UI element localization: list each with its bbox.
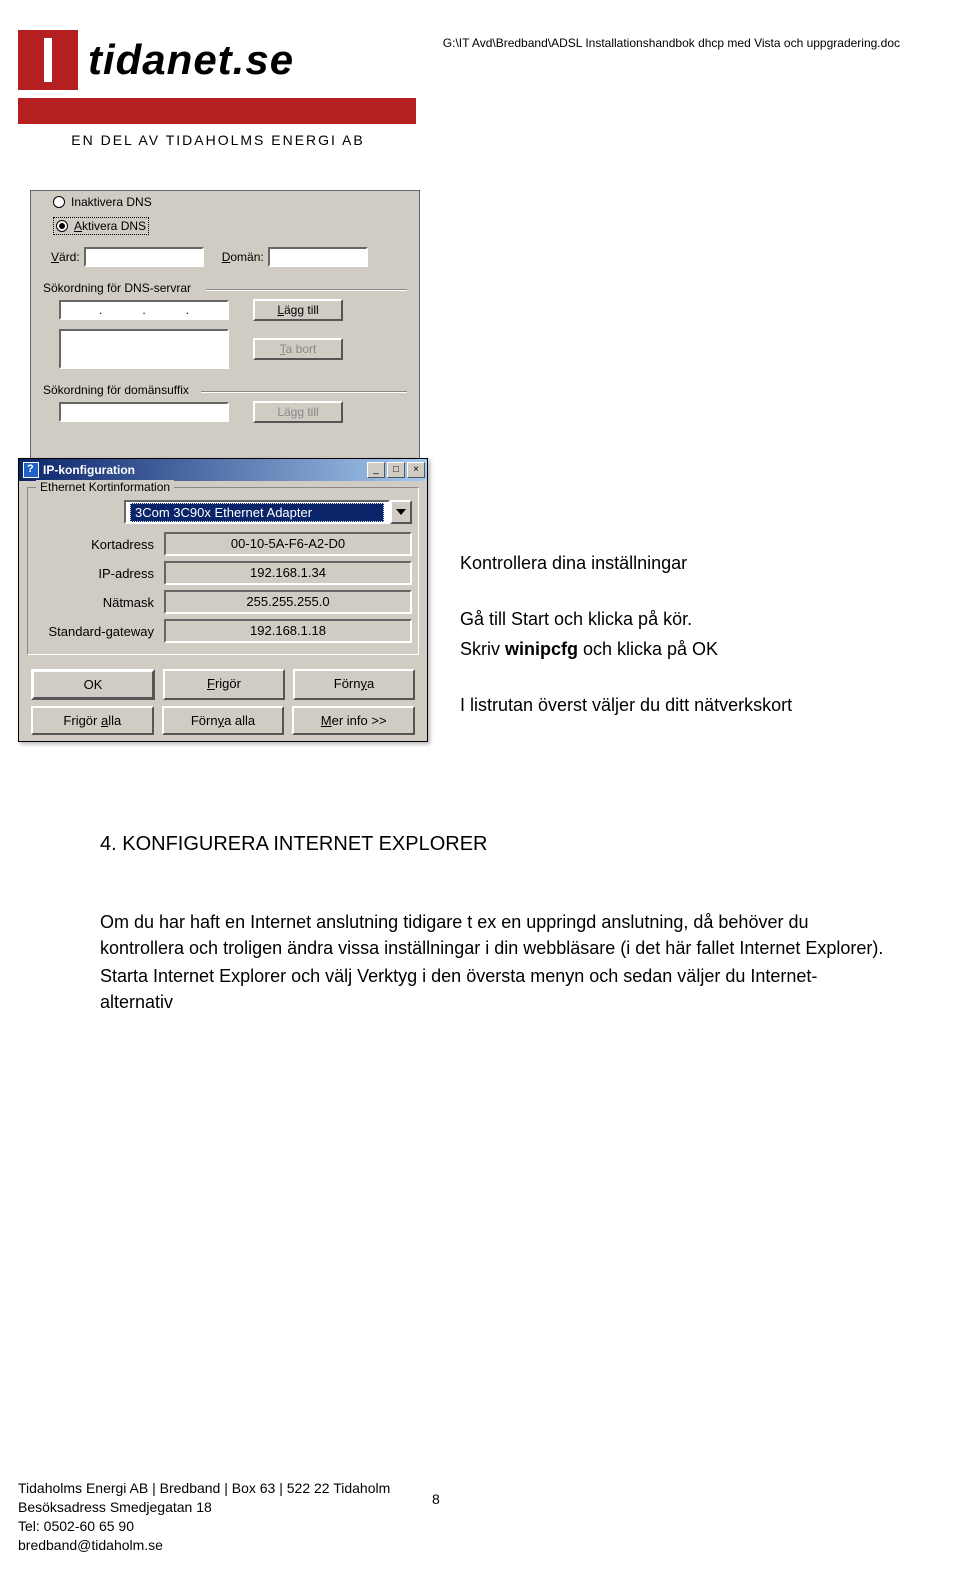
document-page: G:\IT Avd\Bredband\ADSL Installationshan…	[0, 30, 960, 1575]
footer-line1: Tidaholms Energi AB | Bredband | Box 63 …	[18, 1479, 390, 1498]
radio-icon	[53, 196, 65, 208]
footer-line4: bredband@tidaholm.se	[18, 1536, 390, 1555]
natmask-value: 255.255.255.0	[164, 590, 412, 614]
ipadress-label: IP-adress	[34, 566, 164, 581]
radio-aktivera-dns[interactable]: Aktivera DNS	[53, 217, 149, 235]
vard-label: Värd:	[51, 250, 80, 264]
page-number: 8	[432, 1491, 440, 1507]
close-button[interactable]: ×	[407, 462, 425, 478]
dot: .	[142, 303, 145, 317]
fornya-alla-button[interactable]: Förnya alla	[162, 706, 285, 735]
dns-ip-input[interactable]: . . .	[59, 300, 229, 320]
minimize-button[interactable]: _	[367, 462, 385, 478]
window-title: IP-konfiguration	[43, 463, 365, 477]
lagg-till-button[interactable]: Lägg till	[253, 299, 343, 321]
ta-bort-button[interactable]: Ta bort	[253, 338, 343, 360]
sokordning-dns-label: Sökordning för DNS-servrar	[43, 281, 419, 295]
p-kontrollera: Kontrollera dina inställningar	[460, 550, 890, 576]
doman-label: Domän:	[222, 250, 264, 264]
file-path-header: G:\IT Avd\Bredband\ADSL Installationshan…	[443, 36, 900, 50]
radio-inaktivera-dns[interactable]: Inaktivera DNS	[53, 195, 419, 209]
kortadress-label: Kortadress	[34, 537, 164, 552]
natmask-label: Nätmask	[34, 595, 164, 610]
radio-label: Inaktivera DNS	[71, 195, 152, 209]
groupbox-title: Ethernet Kortinformation	[36, 480, 174, 494]
sokordning-suffix-label: Sökordning för domänsuffix	[43, 383, 419, 397]
frigor-alla-button[interactable]: Frigör alla	[31, 706, 154, 735]
p-starta-ie: Starta Internet Explorer och välj Verkty…	[100, 963, 890, 1015]
lagg-till-suffix-button[interactable]: Lägg till	[253, 401, 343, 423]
fornya-button[interactable]: Förnya	[293, 669, 415, 700]
chevron-down-icon	[390, 500, 412, 524]
footer-line2: Besöksadress Smedjegatan 18	[18, 1498, 390, 1517]
dot: .	[99, 303, 102, 317]
dns-list[interactable]	[59, 329, 229, 369]
ok-button[interactable]: OK	[31, 669, 155, 700]
maximize-button[interactable]: □	[387, 462, 405, 478]
p-skriv-winipcfg: Skriv winipcfg och klicka på OK	[460, 636, 890, 662]
logo-tagline: EN DEL AV TIDAHOLMS ENERGI AB	[18, 132, 418, 148]
app-icon	[23, 462, 39, 478]
footer-block: Tidaholms Energi AB | Bredband | Box 63 …	[18, 1479, 390, 1555]
ethernet-groupbox: Ethernet Kortinformation 3Com 3C90x Ethe…	[27, 487, 419, 655]
section-heading: 4. KONFIGURERA INTERNET EXPLORER	[100, 830, 890, 859]
ipadress-value: 192.168.1.34	[164, 561, 412, 585]
vard-input[interactable]	[84, 247, 204, 267]
gateway-value: 192.168.1.18	[164, 619, 412, 643]
mer-info-button[interactable]: Mer info >>	[292, 706, 415, 735]
p-ga-till-start: Gå till Start och klicka på kör.	[460, 606, 890, 632]
ip-konfiguration-dialog: IP-konfiguration _ □ × Ethernet Kortinfo…	[18, 458, 428, 742]
suffix-input[interactable]	[59, 402, 229, 422]
dot: .	[186, 303, 189, 317]
doman-input[interactable]	[268, 247, 368, 267]
titlebar: IP-konfiguration _ □ ×	[19, 459, 427, 481]
p-listrutan: I listrutan överst väljer du ditt nätver…	[460, 692, 890, 718]
logo-brand-text: tidanet.se	[88, 36, 294, 84]
adapter-selected: 3Com 3C90x Ethernet Adapter	[130, 503, 384, 522]
dns-config-dialog: Inaktivera DNS Aktivera DNS Värd: Domän:…	[30, 190, 420, 460]
logo-bar	[18, 98, 416, 124]
radio-label: Aktivera DNS	[74, 219, 146, 233]
gateway-label: Standard-gateway	[34, 624, 164, 639]
adapter-dropdown[interactable]: 3Com 3C90x Ethernet Adapter	[124, 500, 412, 524]
p-om-du-har-haft: Om du har haft en Internet anslutning ti…	[100, 909, 890, 961]
frigor-button[interactable]: Frigör	[163, 669, 285, 700]
logo-mark-icon	[18, 30, 78, 90]
radio-icon	[56, 220, 68, 232]
kortadress-value: 00-10-5A-F6-A2-D0	[164, 532, 412, 556]
logo-block: tidanet.se EN DEL AV TIDAHOLMS ENERGI AB	[18, 30, 418, 148]
footer-line3: Tel: 0502-60 65 90	[18, 1517, 390, 1536]
